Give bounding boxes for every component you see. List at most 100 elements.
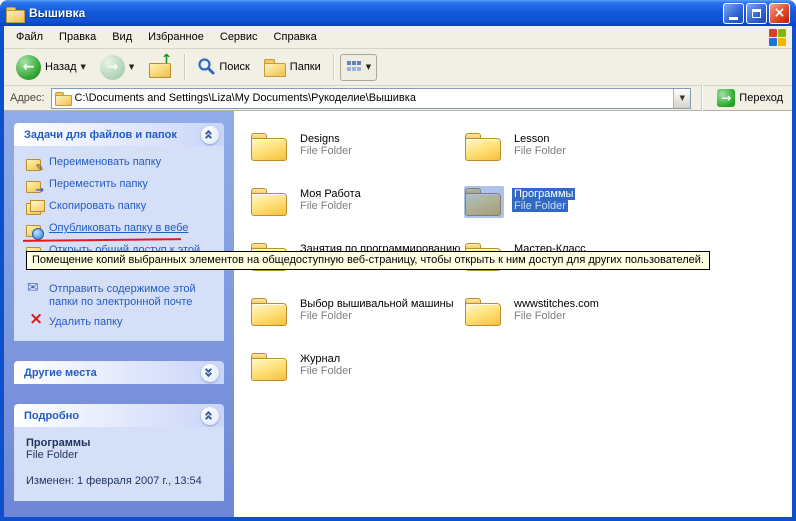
search-button[interactable]: Поиск: [191, 53, 255, 82]
window-folder-icon: [6, 6, 24, 21]
folder-tile[interactable]: LessonFile Folder: [464, 131, 678, 171]
folder-type: File Folder: [298, 145, 354, 157]
toolbar-separator: [333, 54, 334, 80]
address-input[interactable]: C:\Documents and Settings\Liza\My Docume…: [51, 88, 692, 109]
search-icon: [197, 57, 215, 78]
task-link[interactable]: Скопировать папку: [49, 200, 146, 213]
folder-name: Журнал: [298, 353, 342, 365]
address-label: Адрес:: [10, 92, 45, 104]
folder-type: File Folder: [298, 310, 354, 322]
folder-icon: [464, 186, 504, 218]
address-path: C:\Documents and Settings\Liza\My Docume…: [75, 92, 670, 104]
task-copy-folder[interactable]: Скопировать папку: [26, 200, 220, 215]
minimize-icon: [729, 17, 738, 20]
folder-name: Программы: [512, 188, 575, 200]
rename-folder-icon: [26, 156, 43, 171]
folders-icon: [264, 58, 286, 76]
folder-tile[interactable]: Выбор вышивальной машиныFile Folder: [250, 296, 464, 336]
task-delete-folder[interactable]: Удалить папку: [26, 316, 220, 331]
folder-tile-selected[interactable]: ПрограммыFile Folder: [464, 186, 678, 226]
folder-icon: [464, 296, 504, 328]
folder-name: Designs: [298, 133, 342, 145]
forward-button[interactable]: → ▼: [94, 51, 140, 84]
address-folder-icon: [55, 92, 71, 105]
go-label: Переход: [739, 92, 783, 104]
details-folder-type: File Folder: [26, 449, 216, 461]
task-email-folder[interactable]: Отправить содержимое этой папки по элект…: [26, 283, 220, 309]
address-dropdown-button[interactable]: ▼: [673, 89, 690, 108]
maximize-icon: [752, 9, 761, 18]
file-folder-tasks-header[interactable]: Задачи для файлов и папок: [14, 123, 224, 146]
folder-icon: [250, 186, 290, 218]
address-separator: [701, 85, 702, 111]
back-arrow-icon: ←: [16, 55, 41, 80]
folder-name: wwwstitches.com: [512, 298, 601, 310]
folder-tile[interactable]: ЖурналFile Folder: [250, 351, 464, 391]
section-title: Задачи для файлов и папок: [24, 129, 201, 141]
menu-file[interactable]: Файл: [8, 28, 51, 46]
views-button[interactable]: ▼: [340, 54, 377, 81]
close-button[interactable]: ×: [769, 3, 790, 24]
details-section: Подробно Программы File Folder Изменен: …: [14, 404, 224, 501]
back-dropdown-icon: ▼: [81, 63, 86, 71]
details-folder-name: Программы: [26, 437, 216, 449]
main-area: Задачи для файлов и папок Переименовать …: [4, 111, 792, 517]
up-button[interactable]: [142, 52, 178, 82]
folder-name: Моя Работа: [298, 188, 363, 200]
folder-tile[interactable]: wwwstitches.comFile Folder: [464, 296, 678, 336]
task-link[interactable]: Переименовать папку: [49, 156, 161, 169]
task-link[interactable]: Переместить папку: [49, 178, 148, 191]
maximize-button[interactable]: [746, 3, 767, 24]
details-header[interactable]: Подробно: [14, 404, 224, 427]
task-publish-folder[interactable]: Опубликовать папку в вебе: [26, 222, 220, 237]
task-rename-folder[interactable]: Переименовать папку: [26, 156, 220, 171]
folder-icon: [464, 131, 504, 163]
chevron-up-icon[interactable]: [201, 126, 219, 144]
folder-icon: [250, 296, 290, 328]
search-label: Поиск: [219, 61, 249, 73]
folder-type: File Folder: [512, 310, 568, 322]
go-button[interactable]: → Переход: [712, 89, 788, 107]
folder-type: File Folder: [512, 145, 568, 157]
task-move-folder[interactable]: Переместить папку: [26, 178, 220, 193]
title-bar: Вышивка ×: [0, 0, 796, 26]
go-arrow-icon: →: [717, 89, 735, 107]
task-link[interactable]: Опубликовать папку в вебе: [49, 222, 188, 235]
window-controls: ×: [723, 3, 790, 24]
other-places-section: Другие места: [14, 361, 224, 384]
window-title: Вышивка: [29, 6, 718, 20]
folders-button[interactable]: Папки: [258, 54, 327, 80]
email-icon: [26, 283, 43, 298]
menu-help[interactable]: Справка: [266, 28, 325, 46]
explorer-window: Вышивка × Файл Правка Вид Избранное Серв…: [0, 0, 796, 521]
menu-favorites[interactable]: Избранное: [140, 28, 212, 46]
minimize-button[interactable]: [723, 3, 744, 24]
copy-folder-icon: [26, 200, 43, 215]
folder-tile[interactable]: DesignsFile Folder: [250, 131, 464, 171]
other-places-header[interactable]: Другие места: [14, 361, 224, 384]
back-button[interactable]: ← Назад ▼: [10, 51, 92, 84]
menu-view[interactable]: Вид: [104, 28, 140, 46]
menu-tools[interactable]: Сервис: [212, 28, 266, 46]
forward-dropdown-icon: ▼: [129, 63, 134, 71]
folder-icon: [250, 351, 290, 383]
folder-type: File Folder: [512, 200, 568, 212]
views-dropdown-icon: ▼: [366, 63, 371, 71]
chevron-up-icon[interactable]: [201, 407, 219, 425]
menu-edit[interactable]: Правка: [51, 28, 104, 46]
move-folder-icon: [26, 178, 43, 193]
folder-content: DesignsFile Folder LessonFile Folder Моя…: [234, 111, 792, 517]
publish-folder-icon: [26, 222, 43, 237]
section-title: Другие места: [24, 367, 201, 379]
folder-type: File Folder: [298, 200, 354, 212]
folder-tile[interactable]: Моя РаботаFile Folder: [250, 186, 464, 226]
task-link[interactable]: Отправить содержимое этой папки по элект…: [49, 283, 204, 309]
delete-icon: [26, 316, 43, 331]
task-link[interactable]: Удалить папку: [49, 316, 123, 329]
folder-name: Выбор вышивальной машины: [298, 298, 456, 310]
chevron-down-icon[interactable]: [201, 364, 219, 382]
details-modified: Изменен: 1 февраля 2007 г., 13:54: [26, 475, 216, 487]
folders-label: Папки: [290, 61, 321, 73]
menu-bar: Файл Правка Вид Избранное Сервис Справка: [4, 26, 792, 49]
toolbar: ← Назад ▼ → ▼ Поиск Папки: [4, 49, 792, 86]
